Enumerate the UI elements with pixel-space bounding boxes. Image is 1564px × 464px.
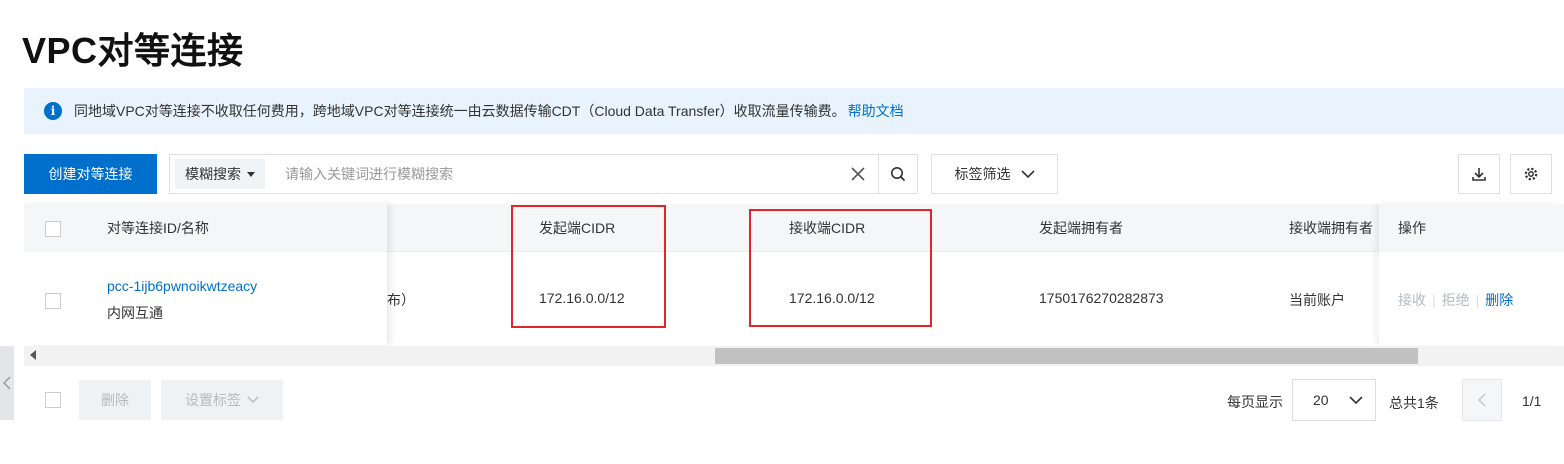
search-mode-label: 模糊搜索: [185, 166, 241, 182]
download-icon: [1472, 168, 1486, 181]
peering-name: 内网互通: [107, 305, 163, 321]
sticky-right-header: 操作: [1379, 204, 1564, 252]
clear-icon[interactable]: [838, 155, 878, 193]
peering-id-link[interactable]: pcc-1ijb6pwnoikwtzeacy: [107, 278, 257, 294]
page-title: VPC对等连接: [22, 30, 244, 71]
prev-page-button[interactable]: [1462, 379, 1502, 421]
set-tags-button[interactable]: 设置标签: [161, 380, 283, 420]
gear-icon: [1524, 167, 1538, 181]
search-button[interactable]: [878, 155, 917, 193]
page-indicator: 1/1: [1522, 393, 1542, 409]
page-size-select[interactable]: 20: [1292, 379, 1376, 421]
sidebar-collapse-handle[interactable]: [0, 346, 14, 420]
tag-filter-button[interactable]: 标签筛选: [931, 154, 1058, 194]
chevron-down-icon: [1349, 395, 1363, 404]
sticky-left-column: 对等连接ID/名称 pcc-1ijb6pwnoikwtzeacy 内网互通: [24, 204, 387, 345]
page-size-value: 20: [1313, 392, 1329, 408]
download-button[interactable]: [1458, 154, 1500, 194]
tag-filter-label: 标签筛选: [954, 166, 1011, 182]
chevron-left-icon: [3, 376, 11, 390]
column-id-name: 对等连接ID/名称: [107, 220, 209, 236]
bulk-delete-button[interactable]: 删除: [79, 380, 151, 420]
accept-action[interactable]: 接收: [1398, 292, 1426, 308]
truncated-cell: 布）: [387, 292, 415, 308]
highlight-box-dst-cidr: [749, 209, 932, 327]
chevron-left-icon: [1478, 393, 1486, 407]
set-tags-label: 设置标签: [185, 392, 241, 408]
column-actions: 操作: [1398, 220, 1426, 236]
notice-bar: i 同地域VPC对等连接不收取任何费用，跨地域VPC对等连接统一由云数据传输CD…: [24, 88, 1564, 134]
search-input[interactable]: [283, 165, 838, 183]
scroll-left-arrow-icon[interactable]: [30, 350, 36, 360]
dst-owner-value: 当前账户: [1289, 292, 1345, 308]
highlight-box-src-cidr: [511, 205, 666, 328]
reject-action[interactable]: 拒绝: [1442, 292, 1470, 308]
column-src-owner: 发起端拥有者: [1039, 220, 1123, 236]
column-dst-owner: 接收端拥有者: [1289, 220, 1373, 236]
scrollbar-thumb[interactable]: [715, 348, 1418, 364]
action-separator: |: [1432, 292, 1436, 308]
help-doc-link[interactable]: 帮助文档: [848, 101, 904, 121]
search-mode-select[interactable]: 模糊搜索: [175, 159, 265, 189]
total-count: 总共1条: [1389, 395, 1439, 411]
action-separator: |: [1475, 292, 1480, 308]
delete-action[interactable]: 删除: [1485, 292, 1513, 308]
page-size-label: 每页显示: [1227, 394, 1283, 410]
create-peering-button[interactable]: 创建对等连接: [24, 154, 157, 194]
notice-text: 同地域VPC对等连接不收取任何费用，跨地域VPC对等连接统一由云数据传输CDT（…: [74, 103, 846, 119]
info-icon: i: [44, 102, 62, 120]
search-icon: [891, 167, 906, 182]
row-checkbox[interactable]: [45, 293, 61, 309]
src-owner-value: 1750176270282873: [1039, 290, 1164, 306]
sticky-actions-column: 操作 接收 | 拒绝 | 删除: [1379, 204, 1564, 345]
caret-down-icon: [247, 171, 255, 177]
chevron-down-icon: [1020, 169, 1035, 178]
select-all-checkbox[interactable]: [45, 221, 61, 237]
bulk-select-checkbox[interactable]: [45, 392, 61, 408]
row-actions: 接收 | 拒绝 | 删除: [1398, 290, 1513, 310]
chevron-down-icon: [247, 396, 259, 404]
settings-button[interactable]: [1510, 154, 1552, 194]
sticky-left-header: 对等连接ID/名称: [24, 204, 387, 252]
search-box: 模糊搜索: [169, 154, 918, 194]
